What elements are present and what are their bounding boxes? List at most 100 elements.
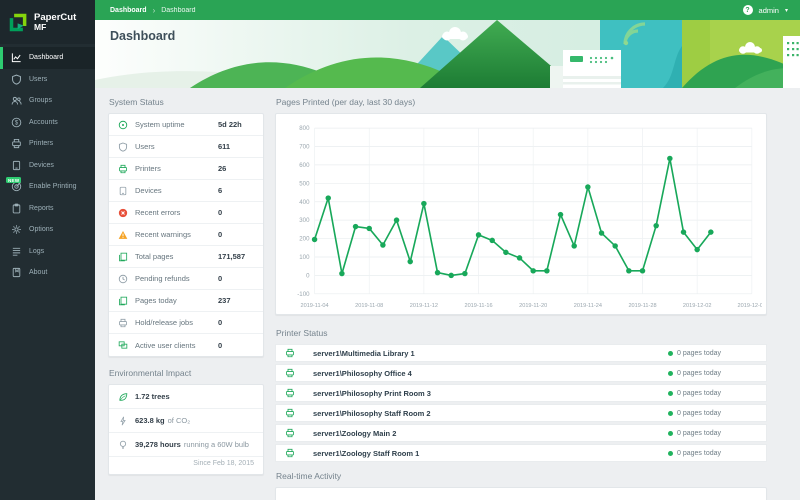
sidebar-item-label: Logs bbox=[29, 247, 45, 255]
status-value: 0 bbox=[218, 274, 223, 283]
status-row-errors: Recent errors 0 bbox=[109, 202, 263, 224]
printer-pages-today: 0 pages today bbox=[668, 410, 721, 417]
status-row-uptime: System uptime 5d 22h bbox=[109, 114, 263, 136]
sidebar-item-users[interactable]: Users bbox=[0, 69, 95, 91]
breadcrumb-page[interactable]: Dashboard bbox=[161, 7, 195, 14]
printer-row[interactable]: server1\Philosophy Office 4 0 pages toda… bbox=[275, 364, 767, 382]
topbar-right: ? admin ▾ bbox=[742, 5, 788, 15]
sidebar-item-label: Users bbox=[29, 75, 48, 83]
papercut-admin-app: PaperCut MF Dashboard Users Groups $ Acc… bbox=[0, 0, 800, 500]
sidebar-item-groups[interactable]: Groups bbox=[0, 90, 95, 112]
sidebar-item-dashboard[interactable]: Dashboard bbox=[0, 47, 95, 69]
leaf-icon bbox=[118, 392, 128, 402]
clipboard-icon bbox=[11, 203, 22, 214]
pages-icon bbox=[118, 296, 128, 306]
new-badge: NEW bbox=[6, 177, 22, 183]
papercut-logo[interactable]: PaperCut MF bbox=[0, 0, 95, 44]
status-value: 6 bbox=[218, 186, 223, 195]
printer-row[interactable]: server1\Multimedia Library 1 0 pages tod… bbox=[275, 344, 767, 362]
pages-printed-heading: Pages Printed (per day, last 30 days) bbox=[276, 97, 416, 107]
device-icon bbox=[11, 160, 22, 171]
printer-icon bbox=[118, 318, 128, 328]
main-area: Dashboard › Dashboard ? admin ▾ Dashboar… bbox=[95, 0, 800, 500]
breadcrumb-root[interactable]: Dashboard bbox=[110, 7, 147, 14]
uptime-icon bbox=[118, 120, 128, 130]
svg-text:$: $ bbox=[15, 120, 19, 126]
chevron-down-icon[interactable]: ▾ bbox=[785, 7, 788, 14]
breadcrumb: Dashboard › Dashboard bbox=[110, 6, 195, 15]
printer-row[interactable]: server1\Philosophy Print Room 3 0 pages … bbox=[275, 384, 767, 402]
dashboard-icon bbox=[11, 52, 22, 63]
printer-icon bbox=[285, 448, 295, 458]
left-column: System Status System uptime 5d 22h Users… bbox=[108, 97, 264, 500]
env-row-trees: 1.72 trees bbox=[109, 385, 263, 409]
status-row-printers: Printers 26 bbox=[109, 158, 263, 180]
printer-pages-today: 0 pages today bbox=[668, 350, 721, 357]
svg-text:2019-11-28: 2019-11-28 bbox=[628, 303, 656, 309]
help-icon[interactable]: ? bbox=[742, 5, 753, 15]
users-shield-icon bbox=[11, 74, 22, 85]
printer-name[interactable]: server1\Philosophy Staff Room 2 bbox=[313, 409, 431, 418]
sidebar-item-printers[interactable]: Printers bbox=[0, 133, 95, 155]
device-icon bbox=[118, 186, 128, 196]
status-row-total-pages: Total pages 171,587 bbox=[109, 246, 263, 268]
topbar: Dashboard › Dashboard ? admin ▾ bbox=[95, 0, 800, 20]
status-value: 0 bbox=[218, 230, 223, 239]
status-value: 0 bbox=[218, 318, 223, 327]
logs-icon bbox=[11, 246, 22, 257]
printer-row[interactable]: server1\Zoology Staff Room 1 0 pages tod… bbox=[275, 444, 767, 462]
system-status-heading: System Status bbox=[109, 97, 164, 107]
status-value: 171,587 bbox=[218, 252, 246, 261]
energy-icon bbox=[118, 416, 128, 426]
bulb-icon bbox=[118, 440, 128, 450]
printer-name[interactable]: server1\Zoology Staff Room 1 bbox=[313, 449, 419, 458]
status-dot-icon bbox=[668, 350, 674, 356]
status-dot-icon bbox=[668, 390, 674, 396]
status-dot-icon bbox=[668, 410, 674, 416]
status-dot-icon bbox=[668, 370, 674, 376]
logo-sub: MF bbox=[34, 21, 47, 32]
printer-icon bbox=[285, 408, 295, 418]
printer-row[interactable]: server1\Zoology Main 2 0 pages today bbox=[275, 424, 767, 442]
svg-text:-100: -100 bbox=[297, 291, 310, 298]
status-row-devices: Devices 6 bbox=[109, 180, 263, 202]
printer-name[interactable]: server1\Multimedia Library 1 bbox=[313, 349, 415, 358]
status-value: 0 bbox=[218, 340, 223, 350]
sidebar-item-about[interactable]: About bbox=[0, 262, 95, 284]
printer-name[interactable]: server1\Philosophy Print Room 3 bbox=[313, 389, 431, 398]
printer-icon bbox=[285, 368, 295, 378]
svg-text:2019-11-24: 2019-11-24 bbox=[574, 303, 602, 309]
user-menu[interactable]: admin bbox=[759, 6, 779, 15]
printer-row[interactable]: server1\Philosophy Staff Room 2 0 pages … bbox=[275, 404, 767, 422]
sidebar-item-logs[interactable]: Logs bbox=[0, 241, 95, 263]
realtime-activity-panel bbox=[275, 487, 767, 500]
status-value: 5d 22h bbox=[218, 120, 242, 129]
users-shield-icon bbox=[118, 142, 128, 152]
sidebar-item-options[interactable]: Options bbox=[0, 219, 95, 241]
svg-text:100: 100 bbox=[299, 254, 310, 261]
sidebar: PaperCut MF Dashboard Users Groups $ Acc… bbox=[0, 0, 95, 500]
printer-icon bbox=[11, 138, 22, 149]
realtime-activity-heading: Real-time Activity bbox=[276, 471, 342, 481]
printer-name[interactable]: server1\Zoology Main 2 bbox=[313, 429, 396, 438]
status-row-refunds: Pending refunds 0 bbox=[109, 268, 263, 290]
sidebar-item-enable-printing[interactable]: NEW Enable Printing bbox=[0, 176, 95, 198]
sidebar-item-label: Dashboard bbox=[29, 54, 64, 62]
status-value: 26 bbox=[218, 164, 227, 173]
svg-text:400: 400 bbox=[299, 199, 310, 206]
svg-text:2019-11-04: 2019-11-04 bbox=[301, 303, 329, 309]
warning-icon bbox=[118, 230, 128, 240]
printer-pages-today: 0 pages today bbox=[668, 390, 721, 397]
sidebar-item-reports[interactable]: Reports bbox=[0, 198, 95, 220]
env-since-date: Since Feb 18, 2015 bbox=[193, 460, 254, 467]
sidebar-item-accounts[interactable]: $ Accounts bbox=[0, 112, 95, 134]
printer-icon bbox=[285, 428, 295, 438]
printer-pages-today: 0 pages today bbox=[668, 430, 721, 437]
sidebar-item-label: Printers bbox=[29, 140, 54, 148]
printer-name[interactable]: server1\Philosophy Office 4 bbox=[313, 369, 412, 378]
sidebar-item-devices[interactable]: Devices bbox=[0, 155, 95, 177]
status-row-user-clients: Active user clients 0 bbox=[109, 334, 263, 356]
accounts-coin-icon: $ bbox=[11, 117, 22, 128]
system-status-panel: System uptime 5d 22h Users 611 Printers … bbox=[108, 113, 264, 357]
pages-icon bbox=[118, 252, 128, 262]
